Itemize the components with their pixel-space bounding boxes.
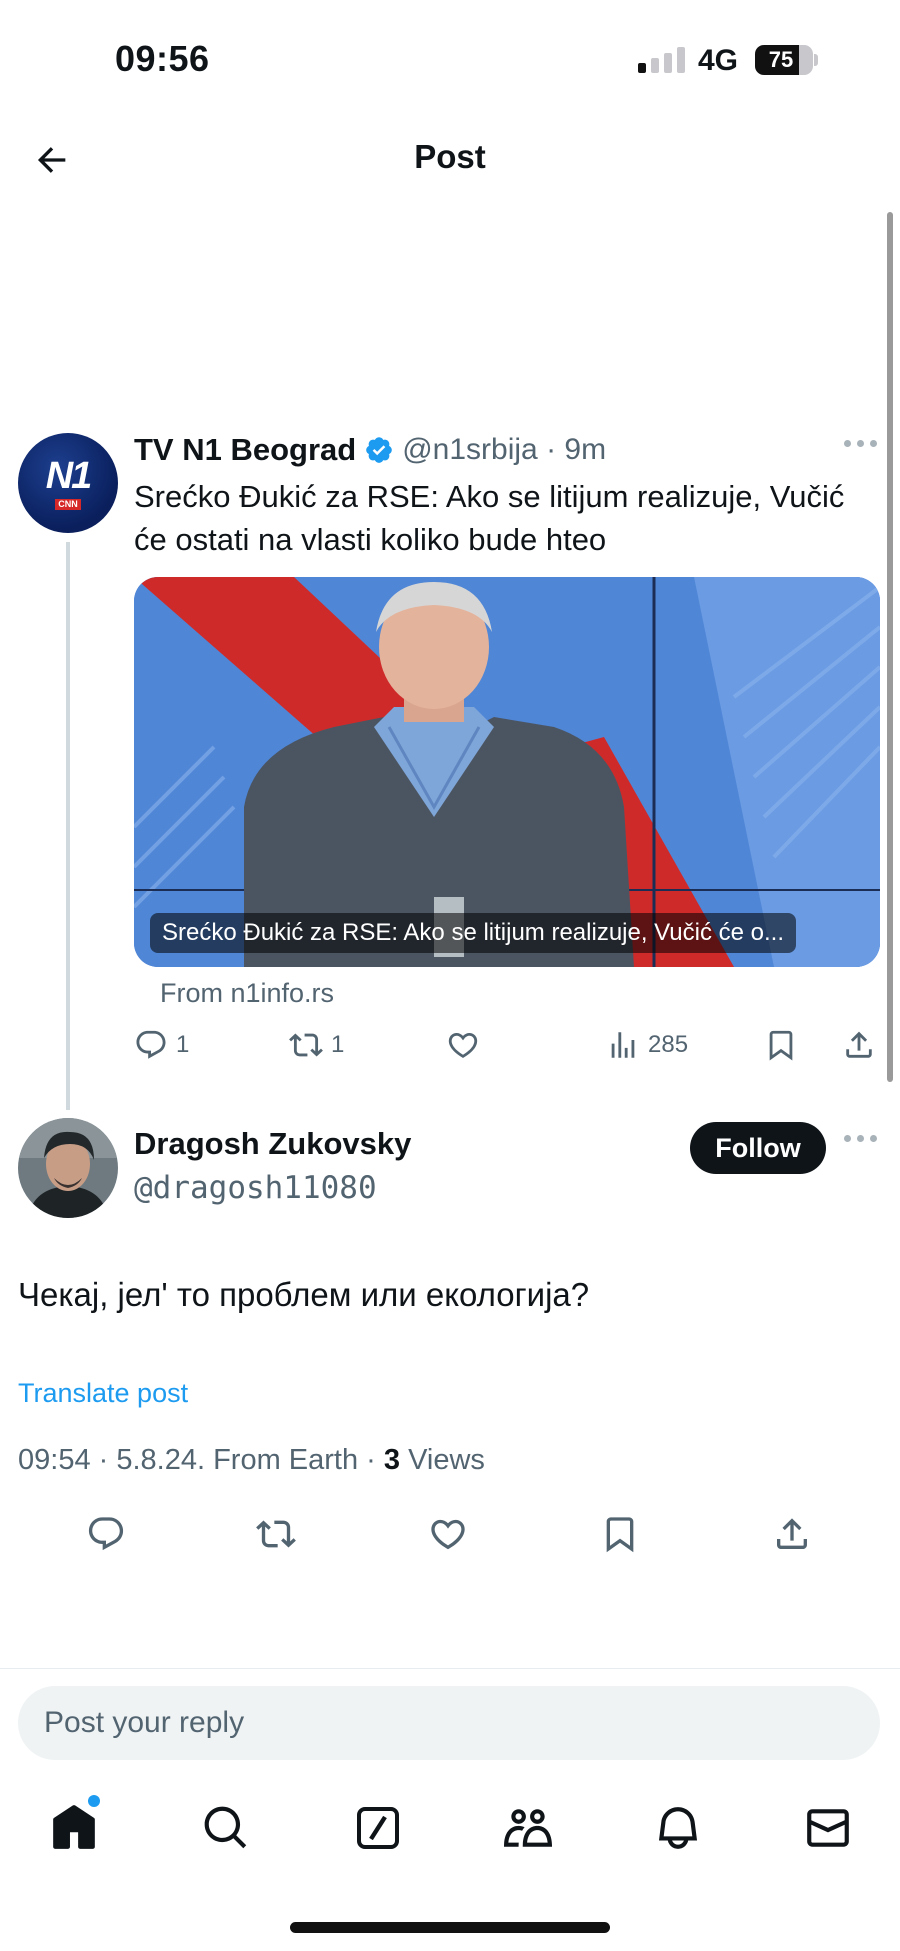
scrollbar[interactable] [887,212,893,1082]
repost-icon [256,1520,296,1548]
repost-button[interactable]: 1 [289,1028,344,1062]
bookmark-button[interactable] [600,1514,640,1559]
post-metadata: 09:54 · 5.8.24. From Earth · 3 Views [18,1444,485,1477]
verified-badge-icon [366,437,393,463]
avatar-logo-text: N1 [45,454,93,497]
author-handle[interactable]: @n1srbija [402,433,538,467]
share-icon [777,1518,807,1549]
analytics-icon [611,1032,635,1058]
post-actions: 1 1 285 [134,1028,880,1070]
cellular-signal-icon [638,47,688,73]
bell-icon [658,1807,698,1849]
home-indicator[interactable] [290,1922,610,1933]
post-header: TV N1 Beograd @n1srbija · 9m [134,428,606,472]
separator-dot: · [537,433,565,466]
battery-icon: 75 [755,45,813,75]
status-time: 09:56 [115,38,210,79]
bookmark-button[interactable] [764,1028,798,1062]
communities-icon [503,1809,553,1847]
share-icon [846,1031,872,1058]
follow-button[interactable]: Follow [690,1122,826,1174]
views-number[interactable]: 3 [384,1444,400,1476]
like-button[interactable] [446,1028,480,1062]
views-label: Views [400,1444,485,1476]
avatar-badge: CNN [55,498,81,510]
reply-input[interactable] [18,1686,880,1760]
more-options-button[interactable] [844,1135,877,1142]
more-dots-icon [844,440,877,447]
author-name[interactable]: TV N1 Beograd [134,432,356,468]
post-timestamp-source: 09:54 · 5.8.24. From Earth · [18,1444,384,1476]
link-source[interactable]: From n1info.rs [160,978,334,1009]
share-button[interactable] [772,1514,812,1559]
tab-home[interactable] [46,1800,102,1856]
reply-button[interactable] [86,1514,126,1559]
tab-communities[interactable] [500,1800,556,1856]
repost-button[interactable] [256,1514,296,1559]
battery-tip [814,54,818,66]
more-options-button[interactable] [844,440,877,447]
repost-icon [289,1033,323,1057]
reply-icon [136,1030,166,1059]
more-dots-icon [844,1135,877,1142]
avatar[interactable] [18,1118,118,1218]
reply-button[interactable]: 1 [134,1028,189,1062]
divider [0,1668,900,1669]
unread-indicator [88,1795,100,1807]
reply-count: 1 [176,1031,190,1058]
translate-post-link[interactable]: Translate post [18,1378,188,1409]
author-handle[interactable]: @dragosh11080 [134,1170,377,1206]
share-button[interactable] [842,1028,876,1062]
avatar[interactable]: N1 CNN [18,433,118,533]
bottom-tab-bar [0,1800,900,1870]
like-button[interactable] [428,1514,468,1559]
post-time: 9m [564,433,607,466]
tab-grok[interactable] [350,1800,406,1856]
repost-count: 1 [331,1031,345,1058]
home-icon [53,1805,95,1849]
heart-icon [448,1032,478,1058]
reply-icon [88,1517,124,1551]
battery-level: 75 [768,47,794,72]
bookmark-icon [769,1030,793,1061]
author-name[interactable]: Dragosh Zukovsky [134,1126,411,1162]
page-title: Post [414,138,486,175]
reply-text: Чекај, јел' то проблем или екологија? [18,1276,590,1313]
tab-messages[interactable] [800,1800,856,1856]
news-photo [134,577,880,967]
search-icon [204,1806,247,1849]
views-count: 285 [648,1031,689,1058]
thread-connector [66,542,70,1110]
grok-icon [357,1807,399,1849]
heart-icon [431,1519,465,1550]
link-card-image[interactable]: Srećko Đukić za RSE: Ako se litijum real… [134,577,880,967]
link-card-title: Srećko Đukić za RSE: Ako se litijum real… [150,913,797,953]
profile-photo [18,1118,118,1218]
tab-notifications[interactable] [650,1800,706,1856]
views-button[interactable]: 285 [606,1028,688,1062]
status-bar: 09:56 4G 75 [0,0,900,120]
tab-search[interactable] [198,1800,254,1856]
envelope-icon [807,1809,849,1847]
post-text: Srećko Đukić za RSE: Ako se litijum real… [134,479,845,557]
reply-actions [0,1514,900,1558]
network-type: 4G [698,44,739,77]
bookmark-icon [606,1517,634,1553]
